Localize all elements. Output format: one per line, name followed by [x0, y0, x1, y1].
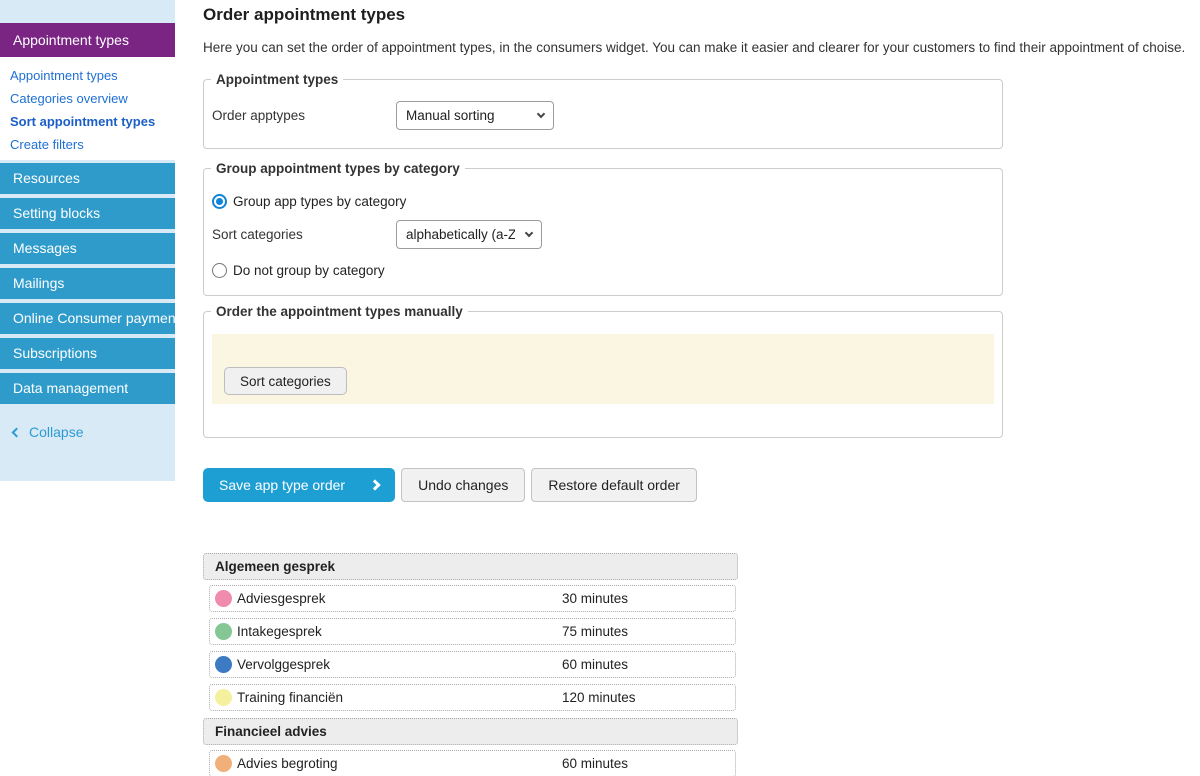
- group-by-category-radio-label: Group app types by category: [233, 194, 406, 209]
- appointment-type-label: Vervolggesprek: [237, 657, 562, 672]
- undo-changes-button[interactable]: Undo changes: [401, 468, 525, 502]
- color-dot-icon: [215, 590, 232, 607]
- sidebar-sublinks: Appointment types Categories overview So…: [0, 57, 175, 160]
- sidebar-menu: Resources Setting blocks Messages Mailin…: [0, 163, 175, 404]
- order-apptypes-select[interactable]: Manual sorting: [396, 101, 554, 130]
- sort-categories-button[interactable]: Sort categories: [224, 367, 347, 395]
- category-items: Adviesgesprek 30 minutes Intakegesprek 7…: [209, 585, 736, 711]
- fieldset-appointment-types: Appointment types Order apptypes Manual …: [203, 72, 1003, 149]
- appointment-type-duration: 120 minutes: [562, 690, 636, 705]
- sidebar-item-subscriptions[interactable]: Subscriptions: [0, 338, 175, 369]
- sidebar-link-appointment-types[interactable]: Appointment types: [10, 64, 175, 87]
- color-dot-icon: [215, 623, 232, 640]
- manual-order-panel: Sort categories: [212, 334, 994, 404]
- appointment-type-row[interactable]: Training financiën 120 minutes: [209, 684, 736, 711]
- page-title: Order appointment types: [203, 5, 1200, 25]
- appointment-type-row[interactable]: Advies begroting 60 minutes: [209, 750, 736, 776]
- category-header[interactable]: Algemeen gesprek: [203, 553, 738, 580]
- sidebar-section-label: Appointment types: [13, 32, 129, 48]
- fieldset-grouping: Group appointment types by category Grou…: [203, 161, 1003, 296]
- color-dot-icon: [215, 689, 232, 706]
- fieldset-manual-order-legend: Order the appointment types manually: [211, 304, 468, 319]
- restore-default-order-button[interactable]: Restore default order: [531, 468, 697, 502]
- sidebar-collapse-button[interactable]: Collapse: [0, 408, 175, 440]
- order-apptypes-select-wrap: Manual sorting: [396, 101, 554, 130]
- appointment-type-duration: 60 minutes: [562, 657, 628, 672]
- sort-categories-select[interactable]: alphabetically (a-Z): [396, 220, 542, 249]
- appointment-type-duration: 75 minutes: [562, 624, 628, 639]
- appointment-type-label: Advies begroting: [237, 756, 562, 771]
- appointment-type-label: Intakegesprek: [237, 624, 562, 639]
- save-app-type-order-button[interactable]: Save app type order: [203, 468, 395, 502]
- chevron-right-icon: [369, 479, 380, 490]
- group-by-category-radio[interactable]: Group app types by category: [212, 194, 994, 209]
- appointment-type-duration: 60 minutes: [562, 756, 628, 771]
- appointment-type-sort-list: Algemeen gesprek Adviesgesprek 30 minute…: [203, 553, 738, 776]
- actions-bar: Save app type order Undo changes Restore…: [203, 468, 1200, 502]
- appointment-type-row[interactable]: Adviesgesprek 30 minutes: [209, 585, 736, 612]
- sidebar-item-setting-blocks[interactable]: Setting blocks: [0, 198, 175, 229]
- main-content: Order appointment types Here you can set…: [175, 0, 1200, 776]
- color-dot-icon: [215, 656, 232, 673]
- sidebar-link-create-filters[interactable]: Create filters: [10, 133, 175, 156]
- collapse-label: Collapse: [29, 424, 83, 440]
- appointment-type-row[interactable]: Intakegesprek 75 minutes: [209, 618, 736, 645]
- sort-categories-label: Sort categories: [212, 227, 396, 242]
- color-dot-icon: [215, 755, 232, 772]
- sidebar-item-messages[interactable]: Messages: [0, 233, 175, 264]
- sidebar-link-sort-appointment-types[interactable]: Sort appointment types: [10, 110, 175, 133]
- appointment-type-label: Adviesgesprek: [237, 591, 562, 606]
- sort-categories-select-wrap: alphabetically (a-Z): [396, 220, 542, 249]
- no-group-radio-label: Do not group by category: [233, 263, 385, 278]
- sidebar-item-data-management[interactable]: Data management: [0, 373, 175, 404]
- radio-unselected-icon[interactable]: [212, 263, 227, 278]
- category-header[interactable]: Financieel advies: [203, 718, 738, 745]
- category-items: Advies begroting 60 minutes: [209, 750, 736, 776]
- appointment-type-duration: 30 minutes: [562, 591, 628, 606]
- page-description: Here you can set the order of appointmen…: [203, 40, 1200, 55]
- fieldset-grouping-legend: Group appointment types by category: [211, 161, 465, 176]
- sidebar-item-online-consumer-payments[interactable]: Online Consumer payments: [0, 303, 175, 334]
- appointment-type-label: Training financiën: [237, 690, 562, 705]
- fieldset-manual-order: Order the appointment types manually Sor…: [203, 304, 1003, 438]
- appointment-type-row[interactable]: Vervolggesprek 60 minutes: [209, 651, 736, 678]
- sidebar-item-resources[interactable]: Resources: [0, 163, 175, 194]
- sidebar-section-appointment-types[interactable]: Appointment types: [0, 23, 175, 57]
- sidebar-link-categories-overview[interactable]: Categories overview: [10, 87, 175, 110]
- radio-selected-icon[interactable]: [212, 194, 227, 209]
- chevron-left-icon: [12, 427, 22, 437]
- save-button-label: Save app type order: [219, 477, 345, 493]
- no-group-radio[interactable]: Do not group by category: [212, 263, 994, 278]
- order-apptypes-label: Order apptypes: [212, 108, 396, 123]
- sidebar-item-mailings[interactable]: Mailings: [0, 268, 175, 299]
- fieldset-appointment-types-legend: Appointment types: [211, 72, 343, 87]
- sidebar: Appointment types Appointment types Cate…: [0, 0, 175, 481]
